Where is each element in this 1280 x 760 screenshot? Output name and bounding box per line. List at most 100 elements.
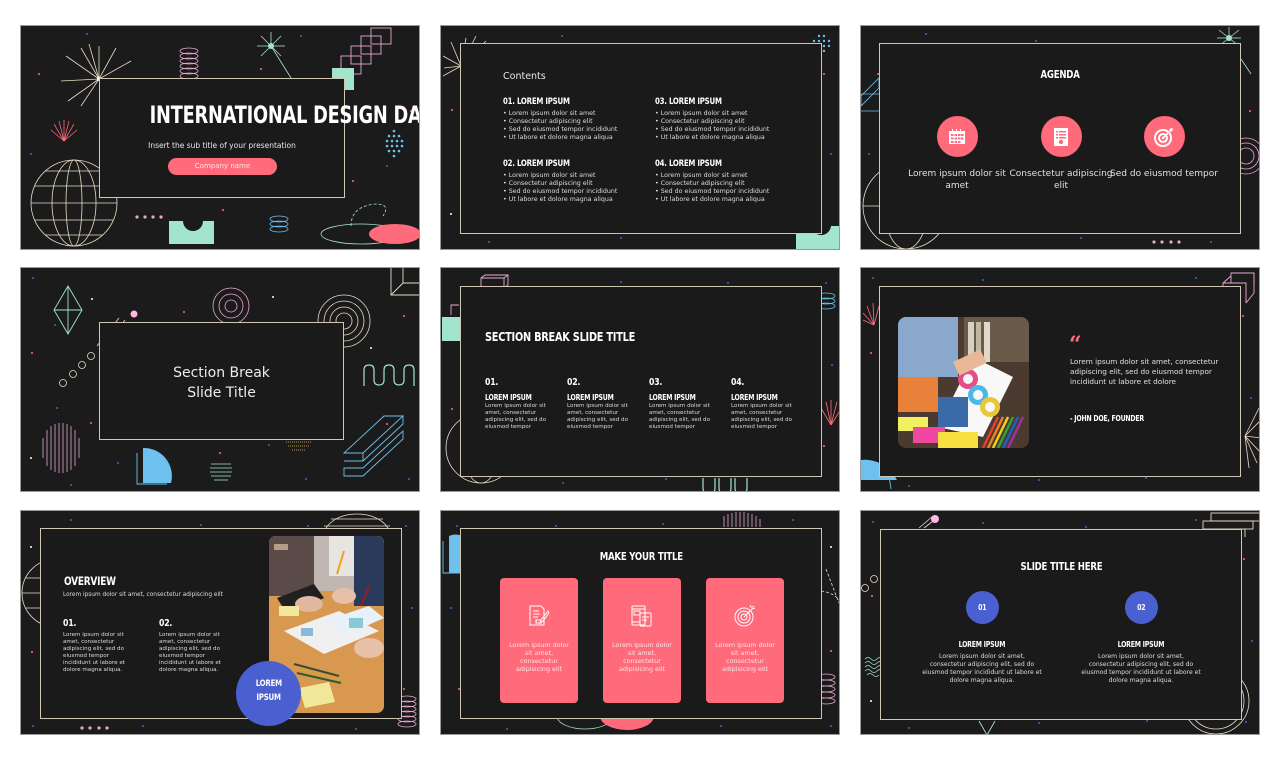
presentation-title: INTERNATIONAL DESIGN DAY [149, 101, 420, 129]
agenda-item-label: Lorem ipsum dolor sit amet [908, 169, 1006, 191]
slide-thumbnail-slide-title-here[interactable]: SLIDE TITLE HERE 01 LOREM IPSUM Lorem ip… [860, 510, 1260, 735]
title-line: Slide Title [187, 385, 256, 401]
bullet-item: Lorem ipsum dolor sit amet [503, 172, 653, 180]
contents-heading: Contents [503, 71, 546, 82]
agenda-item: Lorem ipsum dolor sit amet [902, 116, 1012, 192]
column-number: 01. [485, 377, 499, 388]
column-title: LOREM IPSUM [649, 393, 696, 402]
column: 01. LOREM IPSUM Lorem ipsum dolor sit am… [485, 377, 563, 431]
bullet-list: Lorem ipsum dolor sit amet Consectetur a… [655, 172, 805, 204]
slide-thumbnail-contents[interactable]: Contents 01. LOREM IPSUM Lorem ipsum dol… [440, 25, 840, 250]
overview-title: OVERVIEW [64, 574, 116, 588]
make-your-title-card: MAKE YOUR TITLE Lorem ipsum dolor sit am… [460, 528, 822, 719]
column-title: LOREM IPSUM [567, 393, 614, 402]
column-number: 04. [731, 377, 745, 388]
target-icon [706, 605, 784, 629]
bullet-item: Sed do eiusmod tempor incididunt [503, 126, 653, 134]
column-body: Lorem ipsum dolor sit amet, consectetur … [731, 403, 793, 430]
column-body: Lorem ipsum dolor sit amet, consectetur … [567, 403, 629, 430]
column: 02. Lorem ipsum dolor sit amet, consecte… [159, 618, 229, 674]
make-your-title-heading: MAKE YOUR TITLE [599, 550, 683, 563]
calendar-icon [936, 116, 978, 157]
slide-thumbnail-section-break[interactable]: Section Break Slide Title [20, 267, 420, 492]
column: 02 LOREM IPSUM Lorem ipsum dolor sit ame… [1081, 591, 1201, 685]
slide-thumbnail-title[interactable]: INTERNATIONAL DESIGN DAY Insert the sub … [20, 25, 420, 250]
bullet-item: Sed do eiusmod tempor incididunt [655, 126, 805, 134]
quote-text: Lorem ipsum dolor sit amet, consectetur … [1070, 357, 1219, 386]
devices-icon [603, 605, 681, 629]
section-break-title: Section Break Slide Title [100, 363, 343, 403]
contents-section: 04. LOREM IPSUM Lorem ipsum dolor sit am… [655, 159, 805, 204]
section-title: 02. LOREM IPSUM [503, 159, 570, 169]
column-title: LOREM IPSUM [1117, 640, 1165, 649]
target-icon [1143, 116, 1185, 157]
feature-card-text: Lorem ipsum dolor sit amet, consectetur … [509, 641, 569, 673]
bullet-item: Lorem ipsum dolor sit amet [655, 172, 805, 180]
bullet-list: Lorem ipsum dolor sit amet Consectetur a… [503, 110, 653, 142]
feature-card-text: Lorem ipsum dolor sit amet, consectetur … [715, 641, 775, 673]
column: 04. LOREM IPSUM Lorem ipsum dolor sit am… [731, 377, 809, 431]
feature-card: Lorem ipsum dolor sit amet, consectetur … [706, 578, 784, 703]
column: 03. LOREM IPSUM Lorem ipsum dolor sit am… [649, 377, 727, 431]
section-title: 04. LOREM IPSUM [655, 159, 722, 169]
quote-author: - JOHN DOE, FOUNDER [1070, 414, 1144, 423]
agenda-item: Sed do eiusmod tempor [1109, 116, 1219, 180]
contents-card: Contents 01. LOREM IPSUM Lorem ipsum dol… [460, 43, 822, 234]
contents-section: 01. LOREM IPSUM Lorem ipsum dolor sit am… [503, 97, 653, 142]
section-title: 01. LOREM IPSUM [503, 97, 570, 107]
quote-mark-icon: “ [1069, 332, 1082, 358]
number-badge: 02 [1124, 591, 1158, 624]
slide-title-heading: SLIDE TITLE HERE [1020, 560, 1102, 573]
column: 02. LOREM IPSUM Lorem ipsum dolor sit am… [567, 377, 645, 431]
presentation-subtitle: Insert the sub title of your presentatio… [148, 141, 296, 150]
bullet-list: Lorem ipsum dolor sit amet Consectetur a… [503, 172, 653, 204]
document-edit-icon [500, 605, 578, 629]
column-body: Lorem ipsum dolor sit amet, consectetur … [63, 632, 125, 673]
slide-thumbnail-agenda[interactable]: AGENDA Lorem ipsum dolor sit amet Consec… [860, 25, 1260, 250]
bullet-item: Consectetur adipiscing elit [655, 180, 805, 188]
bullet-item: Consectetur adipiscing elit [503, 118, 653, 126]
company-name-button[interactable]: Company name [168, 158, 277, 175]
overview-card: OVERVIEW Lorem ipsum dolor sit amet, con… [40, 528, 402, 726]
title-card: INTERNATIONAL DESIGN DAY Insert the sub … [99, 78, 420, 198]
agenda-item: Consectetur adipiscing elit [1006, 116, 1116, 192]
section-columns-card: SECTION BREAK SLIDE TITLE 01. LOREM IPSU… [460, 286, 822, 477]
slide-thumbnail-quote[interactable]: “ Lorem ipsum dolor sit amet, consectetu… [860, 267, 1260, 492]
slide-thumbnail-section-columns[interactable]: SECTION BREAK SLIDE TITLE 01. LOREM IPSU… [440, 267, 840, 492]
contents-section: 03. LOREM IPSUM Lorem ipsum dolor sit am… [655, 97, 805, 142]
column-body: Lorem ipsum dolor sit amet, consectetur … [159, 632, 221, 673]
section-title: SECTION BREAK SLIDE TITLE [485, 329, 636, 344]
section-title: 03. LOREM IPSUM [655, 97, 722, 107]
column-title: LOREM IPSUM [485, 393, 532, 402]
column-number: 02. [567, 377, 581, 388]
quote-card: “ Lorem ipsum dolor sit amet, consectetu… [879, 286, 1241, 477]
bullet-item: Consectetur adipiscing elit [655, 118, 805, 126]
bullet-item: Consectetur adipiscing elit [503, 180, 653, 188]
agenda-card: AGENDA Lorem ipsum dolor sit amet Consec… [879, 43, 1241, 234]
column-number: 03. [649, 377, 663, 388]
agenda-heading: AGENDA [1040, 68, 1080, 81]
column-number: 02. [159, 618, 173, 629]
bullet-item: Sed do eiusmod tempor incididunt [655, 188, 805, 196]
contents-section: 02. LOREM IPSUM Lorem ipsum dolor sit am… [503, 159, 653, 204]
slide-thumbnail-overview[interactable]: OVERVIEW Lorem ipsum dolor sit amet, con… [20, 510, 420, 735]
bullet-item: Lorem ipsum dolor sit amet [655, 110, 805, 118]
column-body: Lorem ipsum dolor sit amet, consectetur … [1081, 653, 1201, 684]
number-badge: 01 [965, 591, 999, 624]
feature-card-text: Lorem ipsum dolor sit amet, consectetur … [612, 641, 672, 673]
bullet-item: Ut labore et dolore magna aliqua [655, 134, 805, 142]
bullet-item: Ut labore et dolore magna aliqua [655, 196, 805, 204]
column-title: LOREM IPSUM [731, 393, 778, 402]
slide-thumbnail-make-your-title[interactable]: MAKE YOUR TITLE Lorem ipsum dolor sit am… [440, 510, 840, 735]
slide-title-here-card: SLIDE TITLE HERE 01 LOREM IPSUM Lorem ip… [880, 529, 1242, 720]
agenda-item-label: Sed do eiusmod tempor [1110, 169, 1218, 179]
bullet-list: Lorem ipsum dolor sit amet Consectetur a… [655, 110, 805, 142]
section-break-card: Section Break Slide Title [99, 322, 344, 440]
column: 01. Lorem ipsum dolor sit amet, consecte… [63, 618, 133, 674]
column-body: Lorem ipsum dolor sit amet, consectetur … [922, 653, 1042, 684]
overview-subtitle: Lorem ipsum dolor sit amet, consectetur … [63, 592, 223, 598]
bullet-item: Ut labore et dolore magna aliqua [503, 134, 653, 142]
column-number: 01. [63, 618, 77, 629]
column-title: LOREM IPSUM [958, 640, 1006, 649]
bullet-item: Sed do eiusmod tempor incididunt [503, 188, 653, 196]
